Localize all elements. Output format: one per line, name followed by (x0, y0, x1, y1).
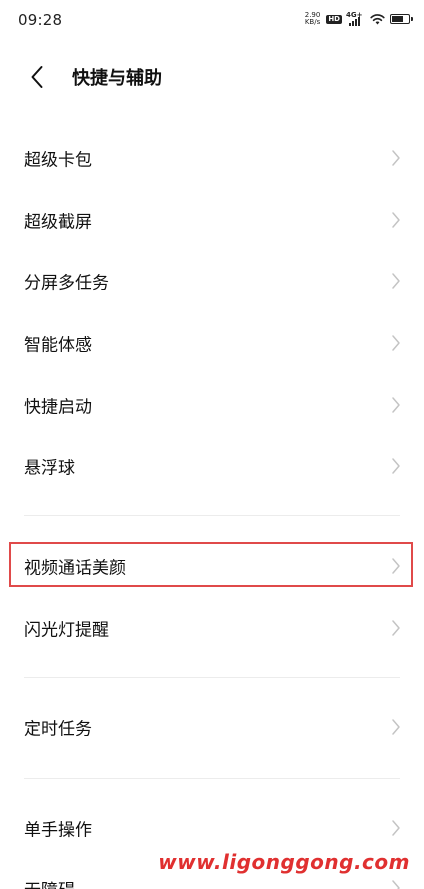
list-item-super-card[interactable]: 超级卡包 (0, 127, 424, 189)
list-item-split-screen[interactable]: 分屏多任务 (0, 250, 424, 312)
list-item-smart-motion[interactable]: 智能体感 (0, 312, 424, 374)
list-item-flash-notification[interactable]: 闪光灯提醒 (0, 597, 424, 659)
list-item-floating-ball[interactable]: 悬浮球 (0, 435, 424, 497)
chevron-right-icon (392, 880, 400, 889)
list-item-scheduled-tasks[interactable]: 定时任务 (0, 696, 424, 758)
section-divider (24, 677, 400, 678)
list-item-super-screenshot[interactable]: 超级截屏 (0, 189, 424, 251)
chevron-right-icon (392, 212, 400, 228)
list-item-video-call-beauty[interactable]: 视频通话美颜 (0, 535, 424, 597)
list-item-label: 分屏多任务 (24, 273, 109, 294)
list-item-label: 快捷启动 (24, 397, 92, 418)
list-item-label: 闪光灯提醒 (24, 620, 109, 641)
chevron-right-icon (392, 719, 400, 735)
list-item-label: 超级截屏 (24, 212, 92, 233)
section-divider (24, 515, 400, 516)
list-item-label: 无障碍 (24, 876, 75, 889)
chevron-right-icon (392, 397, 400, 413)
list-item-label: 视频通话美颜 (24, 558, 126, 579)
chevron-right-icon (392, 820, 400, 836)
watermark: www.ligonggong.com (158, 850, 410, 874)
list-item-label: 超级卡包 (24, 150, 92, 171)
chevron-right-icon (392, 458, 400, 474)
list-item-label: 定时任务 (24, 719, 92, 740)
chevron-right-icon (392, 620, 400, 636)
chevron-right-icon (392, 335, 400, 351)
chevron-right-icon (392, 558, 400, 574)
list-item-label: 智能体感 (24, 335, 92, 356)
settings-list: 超级卡包 超级截屏 分屏多任务 智能体感 快捷启动 悬浮球 视频通话美颜 闪光灯… (0, 0, 424, 889)
section-divider (24, 778, 400, 779)
list-item-quick-launch[interactable]: 快捷启动 (0, 374, 424, 436)
chevron-right-icon (392, 273, 400, 289)
list-item-label: 悬浮球 (24, 458, 75, 479)
list-item-label: 单手操作 (24, 820, 92, 841)
chevron-right-icon (392, 150, 400, 166)
